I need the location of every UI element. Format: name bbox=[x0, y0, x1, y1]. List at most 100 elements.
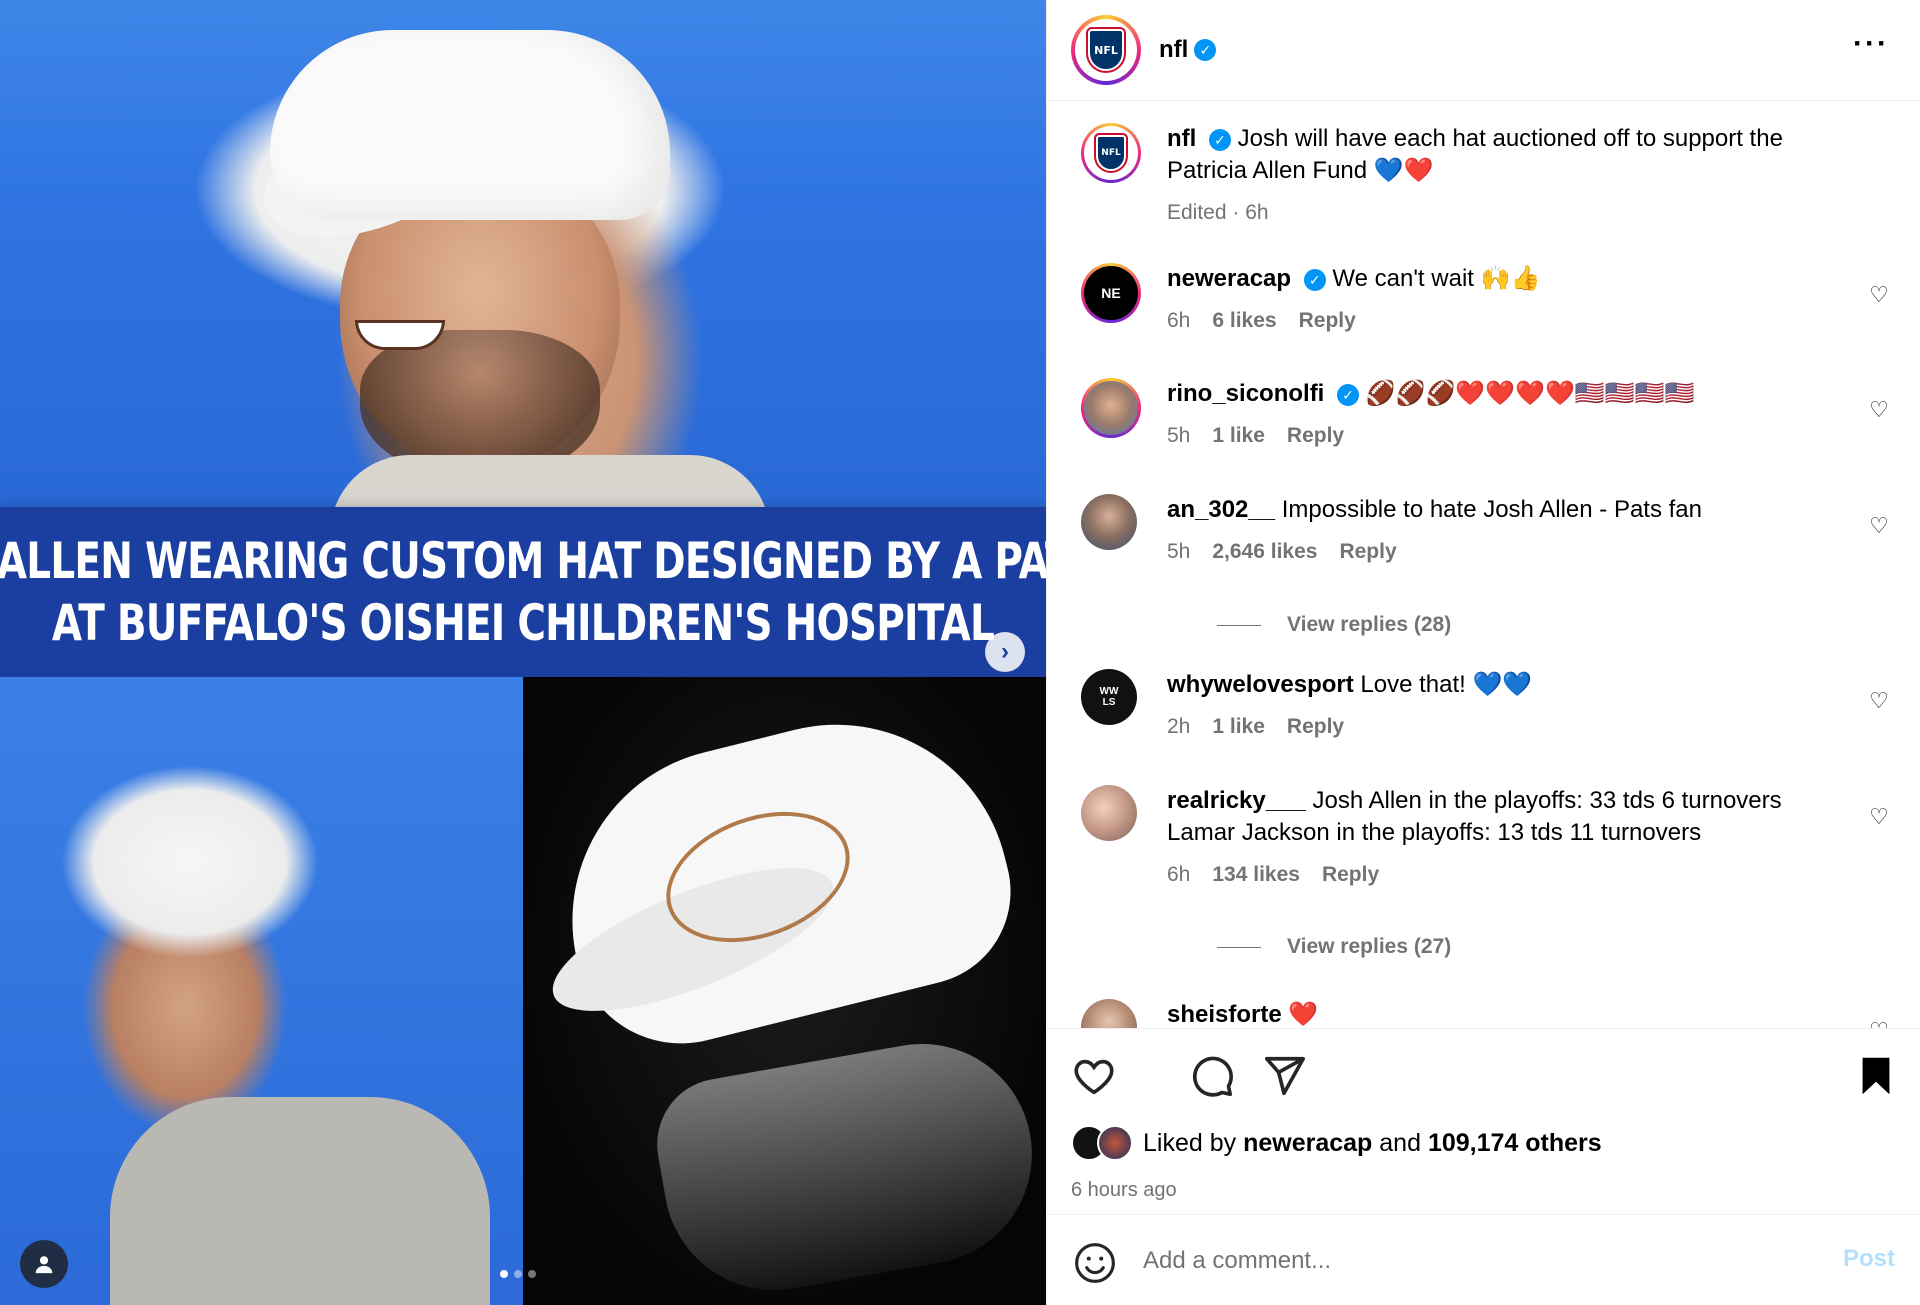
comment-likes[interactable]: 2,646 likes bbox=[1212, 536, 1317, 568]
comment-body: whywelovesport Love that! 💙💙 2h 1 like R… bbox=[1167, 669, 1841, 743]
comment-body: an_302__ Impossible to hate Josh Allen -… bbox=[1167, 494, 1841, 568]
commenter-avatar[interactable] bbox=[1081, 378, 1141, 438]
replies-line bbox=[1217, 946, 1261, 948]
liked-by-username[interactable]: neweracap bbox=[1243, 1129, 1372, 1158]
reply-button[interactable]: Reply bbox=[1339, 536, 1396, 568]
comment-text: Love that! 💙💙 bbox=[1360, 671, 1533, 698]
comment-username[interactable]: neweracap bbox=[1167, 265, 1291, 292]
comment-icon bbox=[1192, 1056, 1233, 1097]
heart-icon: ♡ bbox=[1869, 1018, 1889, 1028]
comment-likes[interactable]: 134 likes bbox=[1212, 859, 1300, 891]
comment-username[interactable]: sheisforte bbox=[1167, 1001, 1282, 1028]
nfl-logo: NFL bbox=[1094, 133, 1128, 173]
caption-avatar[interactable]: NFL bbox=[1081, 123, 1141, 183]
reply-button[interactable]: Reply bbox=[1287, 711, 1344, 743]
comment-like-button[interactable]: ♡ bbox=[1867, 282, 1891, 307]
liked-by-and: and bbox=[1379, 1128, 1421, 1157]
comment-body: rino_siconolfi ✓ 🏈🏈🏈❤️❤️❤️❤️🇺🇸🇺🇸🇺🇸🇺🇸 5h … bbox=[1167, 378, 1841, 452]
comment-username[interactable]: rino_siconolfi bbox=[1167, 380, 1324, 407]
heart-icon: ♡ bbox=[1869, 513, 1889, 538]
comment-like-button[interactable]: ♡ bbox=[1867, 397, 1891, 422]
comment-time: 5h bbox=[1167, 540, 1191, 563]
save-button[interactable] bbox=[1853, 1053, 1899, 1099]
comment-meta: 5h 1 like Reply bbox=[1167, 420, 1841, 452]
comments-list[interactable]: NFL nfl ✓ Josh will have each hat auctio… bbox=[1047, 101, 1920, 1028]
verified-badge-icon: ✓ bbox=[1209, 128, 1231, 151]
share-button[interactable] bbox=[1261, 1053, 1307, 1099]
heart-icon: ♡ bbox=[1869, 397, 1889, 422]
post-media-carousel[interactable]: JOSH ALLEN WEARING CUSTOM HAT DESIGNED B… bbox=[0, 0, 1046, 1305]
post-side-panel: NFL nfl ✓ ··· NFL nfl ✓ Josh will have e… bbox=[1046, 0, 1920, 1305]
caption-edited-time: Edited · 6h bbox=[1167, 201, 1269, 224]
view-replies-button[interactable]: View replies (27) bbox=[1217, 935, 1451, 959]
like-button[interactable] bbox=[1071, 1053, 1117, 1099]
more-horizontal-icon: ··· bbox=[1853, 27, 1889, 60]
verified-badge-icon: ✓ bbox=[1303, 268, 1326, 291]
reply-button[interactable]: Reply bbox=[1322, 859, 1379, 891]
caption-username[interactable]: nfl bbox=[1167, 125, 1196, 152]
carousel-indicator bbox=[500, 1270, 536, 1278]
caption-text: Josh will have each hat auctioned off to… bbox=[1167, 125, 1783, 184]
commenter-avatar[interactable]: WW LS bbox=[1081, 669, 1137, 725]
photo-custom-hat bbox=[523, 677, 1046, 1305]
comment-body: sheisforte ❤️ bbox=[1167, 999, 1841, 1028]
comment-likes[interactable]: 1 like bbox=[1212, 420, 1265, 452]
reply-button[interactable]: Reply bbox=[1299, 305, 1356, 337]
author-username[interactable]: nfl bbox=[1159, 36, 1188, 64]
emoji-icon bbox=[1075, 1243, 1115, 1283]
comment-meta: 2h 1 like Reply bbox=[1167, 711, 1841, 743]
comment-like-button[interactable]: ♡ bbox=[1867, 1018, 1891, 1028]
comment-likes[interactable]: 6 likes bbox=[1212, 305, 1276, 337]
comment-likes[interactable]: 1 like bbox=[1212, 711, 1265, 743]
commenter-avatar[interactable]: NE bbox=[1081, 263, 1141, 323]
caption-body: nfl ✓ Josh will have each hat auctioned … bbox=[1167, 123, 1841, 229]
commenter-avatar[interactable] bbox=[1081, 494, 1137, 550]
comment-time: 6h bbox=[1167, 309, 1191, 332]
comment-text: 🏈🏈🏈❤️❤️❤️❤️🇺🇸🇺🇸🇺🇸🇺🇸 bbox=[1365, 380, 1695, 407]
post-comment-button[interactable]: Post bbox=[1843, 1245, 1895, 1273]
carousel-dot bbox=[514, 1270, 522, 1278]
emoji-button[interactable] bbox=[1073, 1241, 1117, 1285]
liker-avatar bbox=[1097, 1125, 1133, 1161]
comment-body: neweracap ✓ We can't wait 🙌👍 6h 6 likes … bbox=[1167, 263, 1841, 337]
comment-username[interactable]: an_302__ bbox=[1167, 496, 1275, 523]
verified-badge-icon: ✓ bbox=[1194, 39, 1217, 61]
headline-banner: JOSH ALLEN WEARING CUSTOM HAT DESIGNED B… bbox=[0, 507, 1046, 677]
comment-meta: 5h 2,646 likes Reply bbox=[1167, 536, 1841, 568]
comment-username[interactable]: whywelovesport bbox=[1167, 671, 1354, 698]
author-avatar[interactable]: NFL bbox=[1071, 15, 1141, 85]
post-header: NFL nfl ✓ ··· bbox=[1047, 0, 1920, 101]
carousel-next-button[interactable]: › bbox=[985, 632, 1025, 672]
tee-shape bbox=[110, 1097, 490, 1305]
tagged-users-button[interactable] bbox=[20, 1240, 68, 1288]
headline-line-1: JOSH ALLEN WEARING CUSTOM HAT DESIGNED B… bbox=[0, 532, 1046, 590]
avatar-inner: NFL bbox=[1075, 19, 1137, 81]
comment-body: realricky___ Josh Allen in the playoffs:… bbox=[1167, 785, 1841, 891]
comment-username[interactable]: realricky___ bbox=[1167, 787, 1306, 814]
chevron-right-icon: › bbox=[1001, 638, 1009, 665]
comment-meta: 6h 6 likes Reply bbox=[1167, 305, 1841, 337]
more-options-button[interactable]: ··· bbox=[1853, 29, 1889, 59]
comment-button[interactable] bbox=[1189, 1053, 1235, 1099]
avatar-inner: NE bbox=[1084, 266, 1138, 320]
comment-input[interactable] bbox=[1143, 1239, 1783, 1283]
comment-like-button[interactable]: ♡ bbox=[1867, 513, 1891, 538]
avatar-inner bbox=[1084, 381, 1138, 435]
photo-josh-allen-closeup bbox=[0, 0, 1046, 535]
instagram-post-view: JOSH ALLEN WEARING CUSTOM HAT DESIGNED B… bbox=[0, 0, 1920, 1305]
post-timestamp[interactable]: 6 hours ago bbox=[1071, 1179, 1177, 1202]
comment-like-button[interactable]: ♡ bbox=[1867, 688, 1891, 713]
liked-by-summary: Liked by neweracap and 109,174 others bbox=[1071, 1125, 1602, 1161]
commenter-avatar[interactable] bbox=[1081, 785, 1137, 841]
cap-shape bbox=[270, 30, 670, 220]
heart-icon bbox=[1074, 1059, 1114, 1095]
avatar-inner: NFL bbox=[1084, 126, 1138, 180]
comment-time: 5h bbox=[1167, 424, 1191, 447]
view-replies-button[interactable]: View replies (28) bbox=[1217, 613, 1451, 637]
comment-like-button[interactable]: ♡ bbox=[1867, 804, 1891, 829]
comment-time: 6h bbox=[1167, 863, 1191, 886]
liked-by-others[interactable]: 109,174 others bbox=[1428, 1129, 1602, 1158]
comment-text: Impossible to hate Josh Allen - Pats fan bbox=[1281, 496, 1702, 523]
reply-button[interactable]: Reply bbox=[1287, 420, 1344, 452]
commenter-avatar[interactable] bbox=[1081, 999, 1137, 1028]
